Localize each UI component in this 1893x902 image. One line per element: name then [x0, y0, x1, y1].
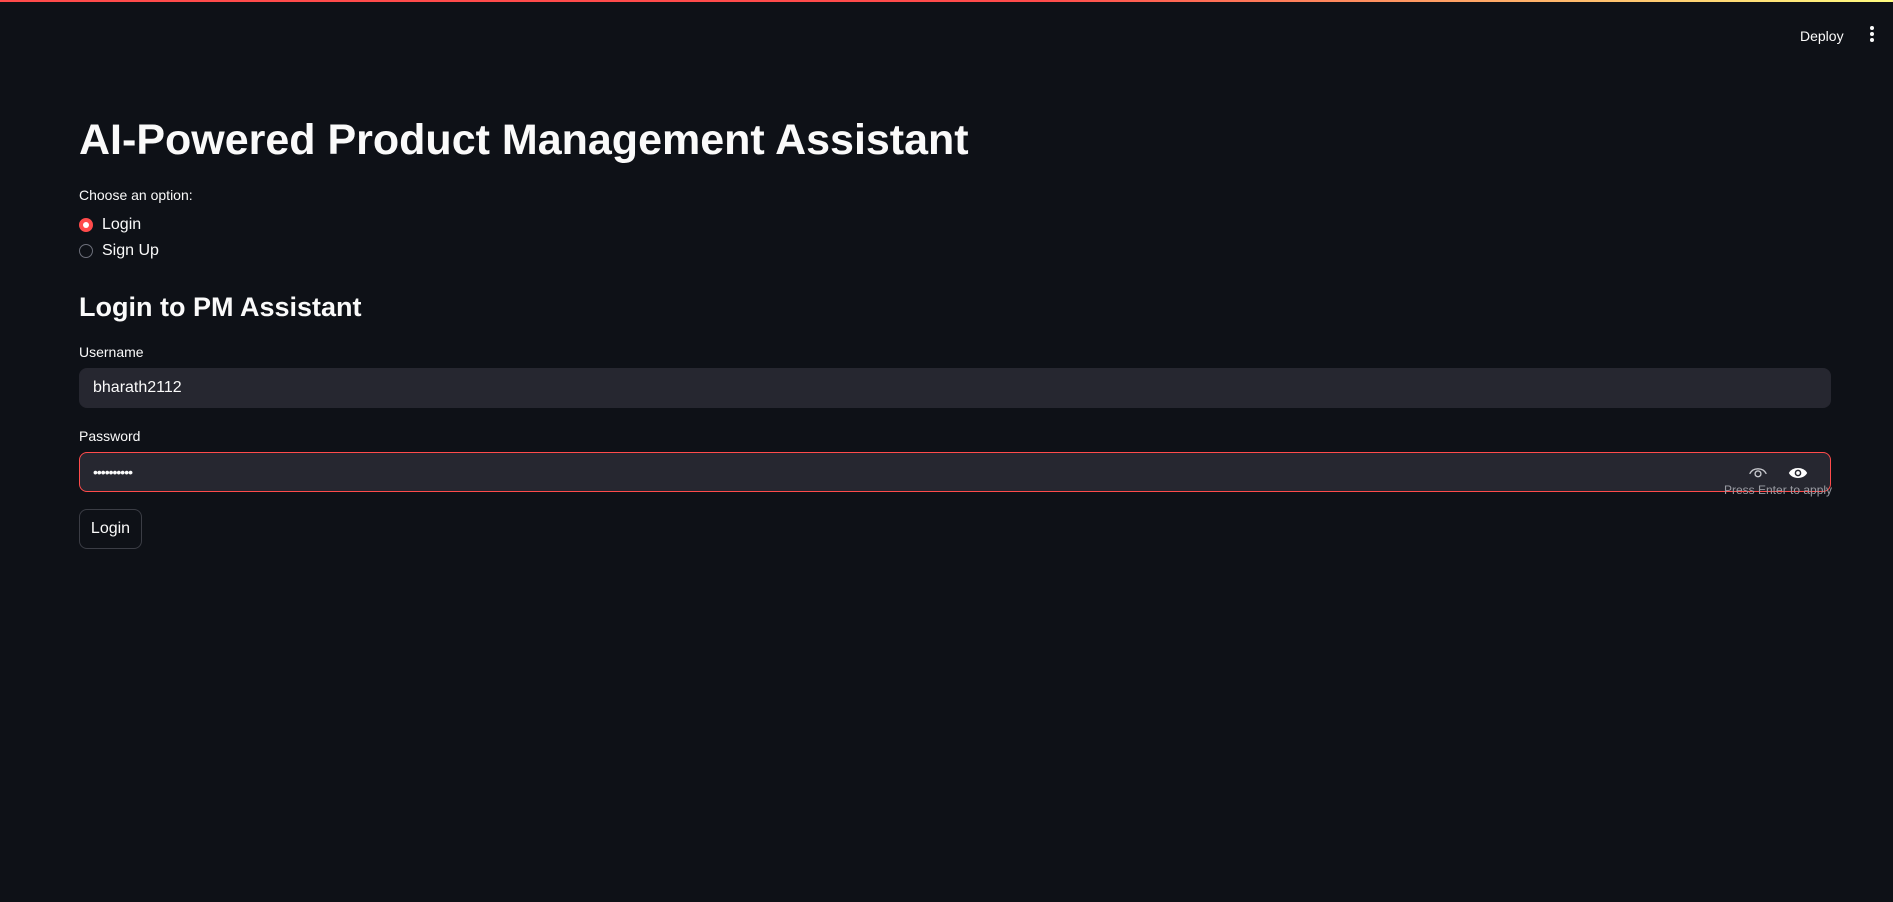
password-label: Password [79, 428, 141, 444]
username-field[interactable]: bharath2112 [79, 368, 1831, 408]
username-value: bharath2112 [93, 379, 182, 396]
page-title: AI-Powered Product Management Assistant [79, 116, 969, 164]
radio-option-login[interactable]: Login [79, 214, 141, 236]
radio-option-label: Login [102, 216, 142, 233]
vertical-ellipsis-icon[interactable] [1866, 26, 1878, 46]
radio-unchecked-icon[interactable] [79, 244, 93, 258]
radio-option-label: Sign Up [102, 242, 159, 259]
radio-checked-icon[interactable] [79, 218, 93, 232]
radio-option-signup[interactable]: Sign Up [79, 240, 159, 262]
login-button[interactable]: Login [79, 509, 142, 549]
username-label: Username [79, 344, 144, 360]
app-header: Deploy [0, 0, 1893, 70]
radio-group-label: Choose an option: [79, 187, 193, 203]
deploy-button[interactable]: Deploy [1794, 24, 1850, 48]
press-enter-hint: Press Enter to apply [1724, 483, 1833, 497]
login-subheader: Login to PM Assistant [79, 292, 362, 322]
password-masked-value: •••••••••• [93, 464, 133, 480]
password-field[interactable]: •••••••••• Press Enter to apply [79, 452, 1832, 497]
